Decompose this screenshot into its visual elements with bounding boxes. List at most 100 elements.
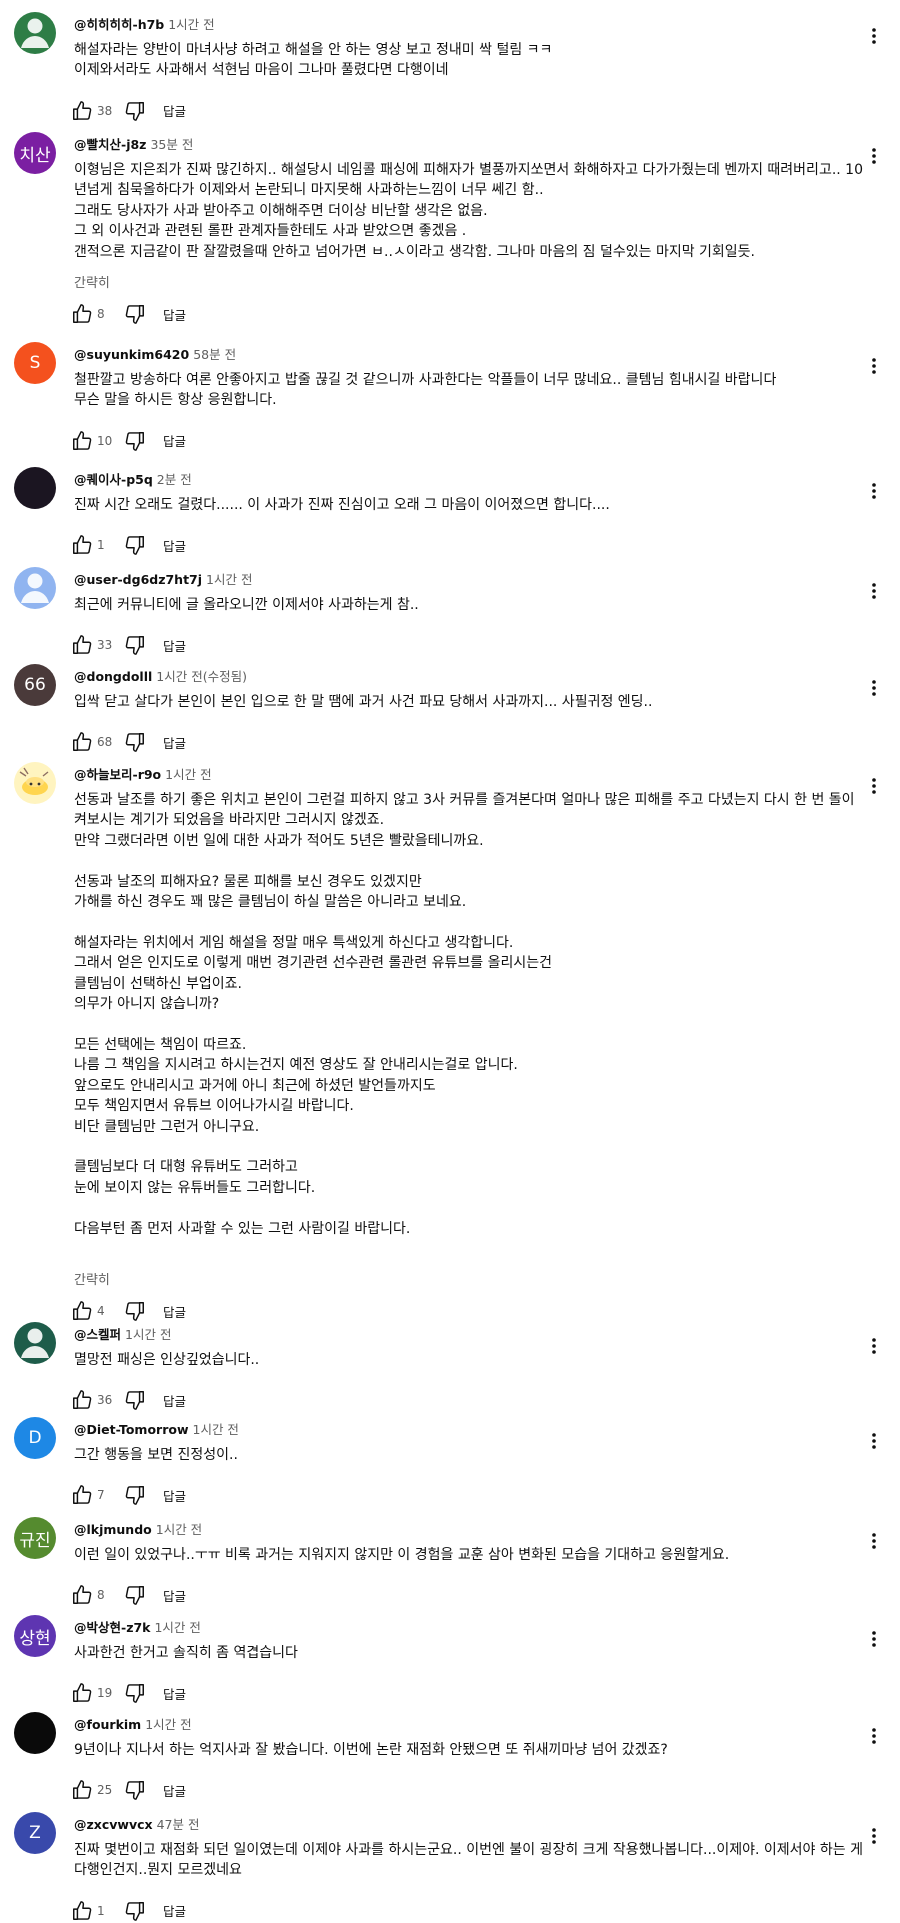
reply-button[interactable]: 답글 — [163, 1486, 186, 1505]
comment-author[interactable]: @suyunkim6420 — [74, 347, 189, 362]
comment-actions: 19 답글 — [70, 1681, 186, 1705]
comment-time[interactable]: 1시간 전(수정됨) — [156, 669, 247, 684]
avatar[interactable] — [14, 567, 56, 609]
dislike-icon[interactable] — [123, 1583, 147, 1607]
more-options-icon[interactable] — [862, 24, 886, 48]
reply-button[interactable]: 답글 — [163, 101, 186, 120]
comment-header: @user-dg6dz7ht7j 1시간 전 — [74, 569, 252, 588]
comment-author[interactable]: @히히히히-h7b — [74, 17, 164, 32]
comment-time[interactable]: 1시간 전 — [154, 1620, 200, 1635]
more-options-icon[interactable] — [862, 354, 886, 378]
avatar[interactable]: 규진 — [14, 1517, 56, 1559]
avatar[interactable]: 66 — [14, 664, 56, 706]
more-options-icon[interactable] — [862, 144, 886, 168]
dislike-icon[interactable] — [123, 99, 147, 123]
reply-button[interactable]: 답글 — [163, 1391, 186, 1410]
avatar[interactable] — [14, 467, 56, 509]
like-icon[interactable] — [70, 1899, 94, 1923]
show-less-button[interactable]: 간략히 — [74, 272, 110, 291]
comment-author[interactable]: @퀘이사-p5q — [74, 472, 153, 487]
avatar[interactable]: 상현 — [14, 1615, 56, 1657]
more-options-icon[interactable] — [862, 1334, 886, 1358]
avatar[interactable]: Z — [14, 1812, 56, 1854]
comment-author[interactable]: @빨치산-j8z — [74, 137, 146, 152]
dislike-icon[interactable] — [123, 1778, 147, 1802]
avatar[interactable]: S — [14, 342, 56, 384]
reply-button[interactable]: 답글 — [163, 1901, 186, 1920]
comment-time[interactable]: 1시간 전 — [165, 767, 211, 782]
dislike-icon[interactable] — [123, 533, 147, 557]
more-options-icon[interactable] — [862, 1627, 886, 1651]
comment-actions: 68 답글 — [70, 730, 186, 754]
dislike-icon[interactable] — [123, 1299, 147, 1323]
dislike-icon[interactable] — [123, 429, 147, 453]
like-count: 10 — [97, 433, 113, 448]
reply-button[interactable]: 답글 — [163, 431, 186, 450]
like-icon[interactable] — [70, 1483, 94, 1507]
avatar[interactable] — [14, 1322, 56, 1364]
comment-time[interactable]: 1시간 전 — [206, 572, 252, 587]
more-options-icon[interactable] — [862, 774, 886, 798]
dislike-icon[interactable] — [123, 1483, 147, 1507]
dislike-icon[interactable] — [123, 1388, 147, 1412]
reply-button[interactable]: 답글 — [163, 536, 186, 555]
avatar[interactable] — [14, 762, 56, 804]
more-options-icon[interactable] — [862, 479, 886, 503]
dislike-icon[interactable] — [123, 302, 147, 326]
like-icon[interactable] — [70, 1583, 94, 1607]
comment-time[interactable]: 35분 전 — [150, 137, 193, 152]
avatar[interactable]: 치산 — [14, 132, 56, 174]
like-icon[interactable] — [70, 633, 94, 657]
comment-header: @lkjmundo 1시간 전 — [74, 1519, 202, 1538]
like-icon[interactable] — [70, 1388, 94, 1412]
more-options-icon[interactable] — [862, 1824, 886, 1848]
like-icon[interactable] — [70, 1681, 94, 1705]
avatar[interactable]: D — [14, 1417, 56, 1459]
show-less-button[interactable]: 간략히 — [74, 1269, 110, 1288]
comment-author[interactable]: @user-dg6dz7ht7j — [74, 572, 202, 587]
comment-author[interactable]: @dongdolll — [74, 669, 152, 684]
like-icon[interactable] — [70, 302, 94, 326]
like-icon[interactable] — [70, 99, 94, 123]
reply-button[interactable]: 답글 — [163, 1586, 186, 1605]
comment-time[interactable]: 2분 전 — [157, 472, 192, 487]
comment-author[interactable]: @스켈퍼 — [74, 1327, 121, 1342]
more-options-icon[interactable] — [862, 1529, 886, 1553]
comment-time[interactable]: 1시간 전 — [193, 1422, 239, 1437]
reply-button[interactable]: 답글 — [163, 733, 186, 752]
comment-author[interactable]: @lkjmundo — [74, 1522, 152, 1537]
more-options-icon[interactable] — [862, 579, 886, 603]
more-options-icon[interactable] — [862, 676, 886, 700]
comment-author[interactable]: @Diet-Tomorrow — [74, 1422, 189, 1437]
dislike-icon[interactable] — [123, 633, 147, 657]
like-icon[interactable] — [70, 429, 94, 453]
comment-author[interactable]: @fourkim — [74, 1717, 141, 1732]
comment-time[interactable]: 1시간 전 — [156, 1522, 202, 1537]
reply-button[interactable]: 답글 — [163, 1684, 186, 1703]
dislike-icon[interactable] — [123, 1899, 147, 1923]
avatar[interactable] — [14, 1712, 56, 1754]
comment-time[interactable]: 1시간 전 — [125, 1327, 171, 1342]
dislike-icon[interactable] — [123, 730, 147, 754]
comment-time[interactable]: 1시간 전 — [168, 17, 214, 32]
reply-button[interactable]: 답글 — [163, 636, 186, 655]
more-options-icon[interactable] — [862, 1724, 886, 1748]
comment-author[interactable]: @zxcvwvcx — [74, 1817, 153, 1832]
like-icon[interactable] — [70, 1778, 94, 1802]
like-count: 19 — [97, 1686, 113, 1701]
like-icon[interactable] — [70, 533, 94, 557]
comment-author[interactable]: @박상현-z7k — [74, 1620, 150, 1635]
reply-button[interactable]: 답글 — [163, 305, 186, 324]
comment-time[interactable]: 1시간 전 — [145, 1717, 191, 1732]
like-icon[interactable] — [70, 730, 94, 754]
avatar[interactable] — [14, 12, 56, 54]
comment-header: @Diet-Tomorrow 1시간 전 — [74, 1419, 239, 1438]
reply-button[interactable]: 답글 — [163, 1781, 186, 1800]
comment-author[interactable]: @하늘보리-r9o — [74, 767, 161, 782]
reply-button[interactable]: 답글 — [163, 1302, 186, 1321]
more-options-icon[interactable] — [862, 1429, 886, 1453]
dislike-icon[interactable] — [123, 1681, 147, 1705]
comment-time[interactable]: 47분 전 — [157, 1817, 200, 1832]
comment-time[interactable]: 58분 전 — [193, 347, 236, 362]
like-icon[interactable] — [70, 1299, 94, 1323]
